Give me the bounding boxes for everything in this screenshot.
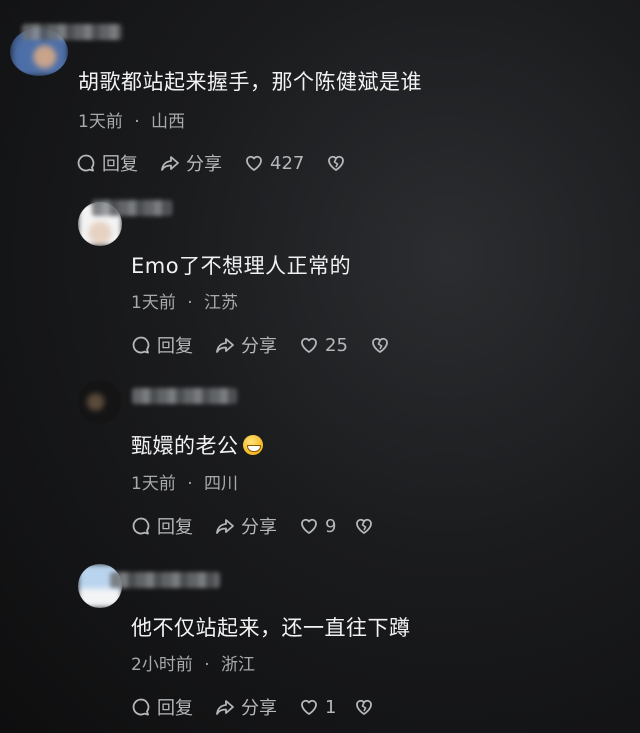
comment-location: 四川: [204, 474, 239, 494]
like-count: 9: [325, 515, 337, 537]
comment-meta: 1天前 · 江苏: [131, 288, 238, 313]
share-button[interactable]: 分享: [215, 513, 277, 539]
heart-icon: [301, 518, 317, 534]
like-count: 1: [325, 696, 337, 718]
reply-bubble-icon: [132, 517, 150, 535]
dislike-button[interactable]: [370, 335, 390, 355]
like-button[interactable]: 1: [299, 697, 336, 718]
share-button[interactable]: 分享: [215, 694, 277, 720]
username-blurred[interactable]: [92, 200, 172, 216]
comment-actions: 回复 分享 9: [131, 513, 374, 539]
comment-time: 2小时前: [131, 655, 193, 675]
share-label: 分享: [241, 336, 277, 357]
comment-time: 1天前: [131, 293, 176, 313]
reply-button[interactable]: 回复: [131, 694, 193, 720]
comment-text: Emo了不想理人正常的: [131, 254, 352, 278]
broken-heart-icon: [356, 518, 373, 534]
comment-location: 山西: [151, 112, 186, 132]
comment-text: 胡歌都站起来握手，那个陈健斌是谁: [78, 70, 422, 94]
comment-meta: 2小时前 · 浙江: [131, 650, 255, 675]
share-label: 分享: [241, 698, 277, 719]
comment-actions: 回复 分享 427: [76, 150, 346, 176]
broken-heart-icon: [328, 155, 345, 171]
comment-time: 1天前: [78, 112, 123, 132]
dislike-button[interactable]: [326, 153, 346, 173]
comment-text-content: 甄嬛的老公: [131, 434, 239, 458]
dislike-button[interactable]: [354, 697, 374, 717]
share-arrow-icon: [161, 156, 179, 171]
separator: ·: [187, 293, 193, 313]
reply-label: 回复: [157, 698, 193, 719]
like-count: 427: [270, 152, 305, 174]
comment-3: 甄嬛的老公 1天前 · 四川 回复 分享 9: [0, 360, 640, 542]
comment-1: 胡歌都站起来握手，那个陈健斌是谁 1天前 · 山西 回复 分享 427: [0, 0, 640, 180]
reply-label: 回复: [157, 517, 193, 538]
reply-button[interactable]: 回复: [76, 150, 138, 176]
reply-label: 回复: [157, 336, 193, 357]
username-blurred[interactable]: [132, 388, 237, 404]
like-button[interactable]: 9: [299, 516, 336, 537]
grinning-emoji-icon: [242, 435, 263, 455]
comment-time: 1天前: [131, 474, 176, 494]
like-count: 25: [325, 334, 348, 356]
share-label: 分享: [186, 154, 222, 175]
separator: ·: [204, 655, 210, 675]
share-arrow-icon: [216, 338, 234, 353]
broken-heart-icon: [372, 337, 388, 353]
comment-4: 他不仅站起来，还一直往下蹲 2小时前 · 浙江 回复 分享 1: [0, 542, 640, 733]
heart-icon: [246, 155, 262, 171]
share-label: 分享: [241, 517, 277, 538]
comment-location: 江苏: [204, 293, 239, 313]
comment-text: 甄嬛的老公: [131, 430, 263, 460]
comment-actions: 回复 分享 25: [131, 332, 390, 358]
share-button[interactable]: 分享: [215, 332, 277, 358]
share-arrow-icon: [216, 519, 234, 534]
comment-location: 浙江: [221, 655, 256, 675]
avatar[interactable]: [78, 380, 122, 424]
comment-2: Emo了不想理人正常的 1天前 · 江苏 回复 分享 25: [0, 180, 640, 360]
dislike-button[interactable]: [354, 516, 374, 536]
like-button[interactable]: 427: [244, 153, 304, 174]
like-button[interactable]: 25: [299, 335, 348, 356]
share-arrow-icon: [216, 700, 234, 715]
reply-bubble-icon: [132, 698, 150, 716]
reply-label: 回复: [102, 154, 138, 175]
share-button[interactable]: 分享: [160, 150, 222, 176]
separator: ·: [134, 112, 140, 132]
reply-button[interactable]: 回复: [131, 513, 193, 539]
comment-meta: 1天前 · 四川: [131, 469, 238, 494]
reply-button[interactable]: 回复: [131, 332, 193, 358]
username-blurred[interactable]: [22, 24, 122, 40]
comment-text: 他不仅站起来，还一直往下蹲: [131, 616, 411, 640]
broken-heart-icon: [356, 699, 373, 715]
comment-meta: 1天前 · 山西: [78, 107, 185, 132]
username-blurred[interactable]: [110, 572, 220, 588]
comment-actions: 回复 分享 1: [131, 694, 374, 720]
separator: ·: [187, 474, 193, 494]
heart-icon: [301, 699, 317, 715]
reply-bubble-icon: [132, 336, 150, 354]
reply-bubble-icon: [77, 154, 95, 172]
heart-icon: [301, 337, 317, 353]
